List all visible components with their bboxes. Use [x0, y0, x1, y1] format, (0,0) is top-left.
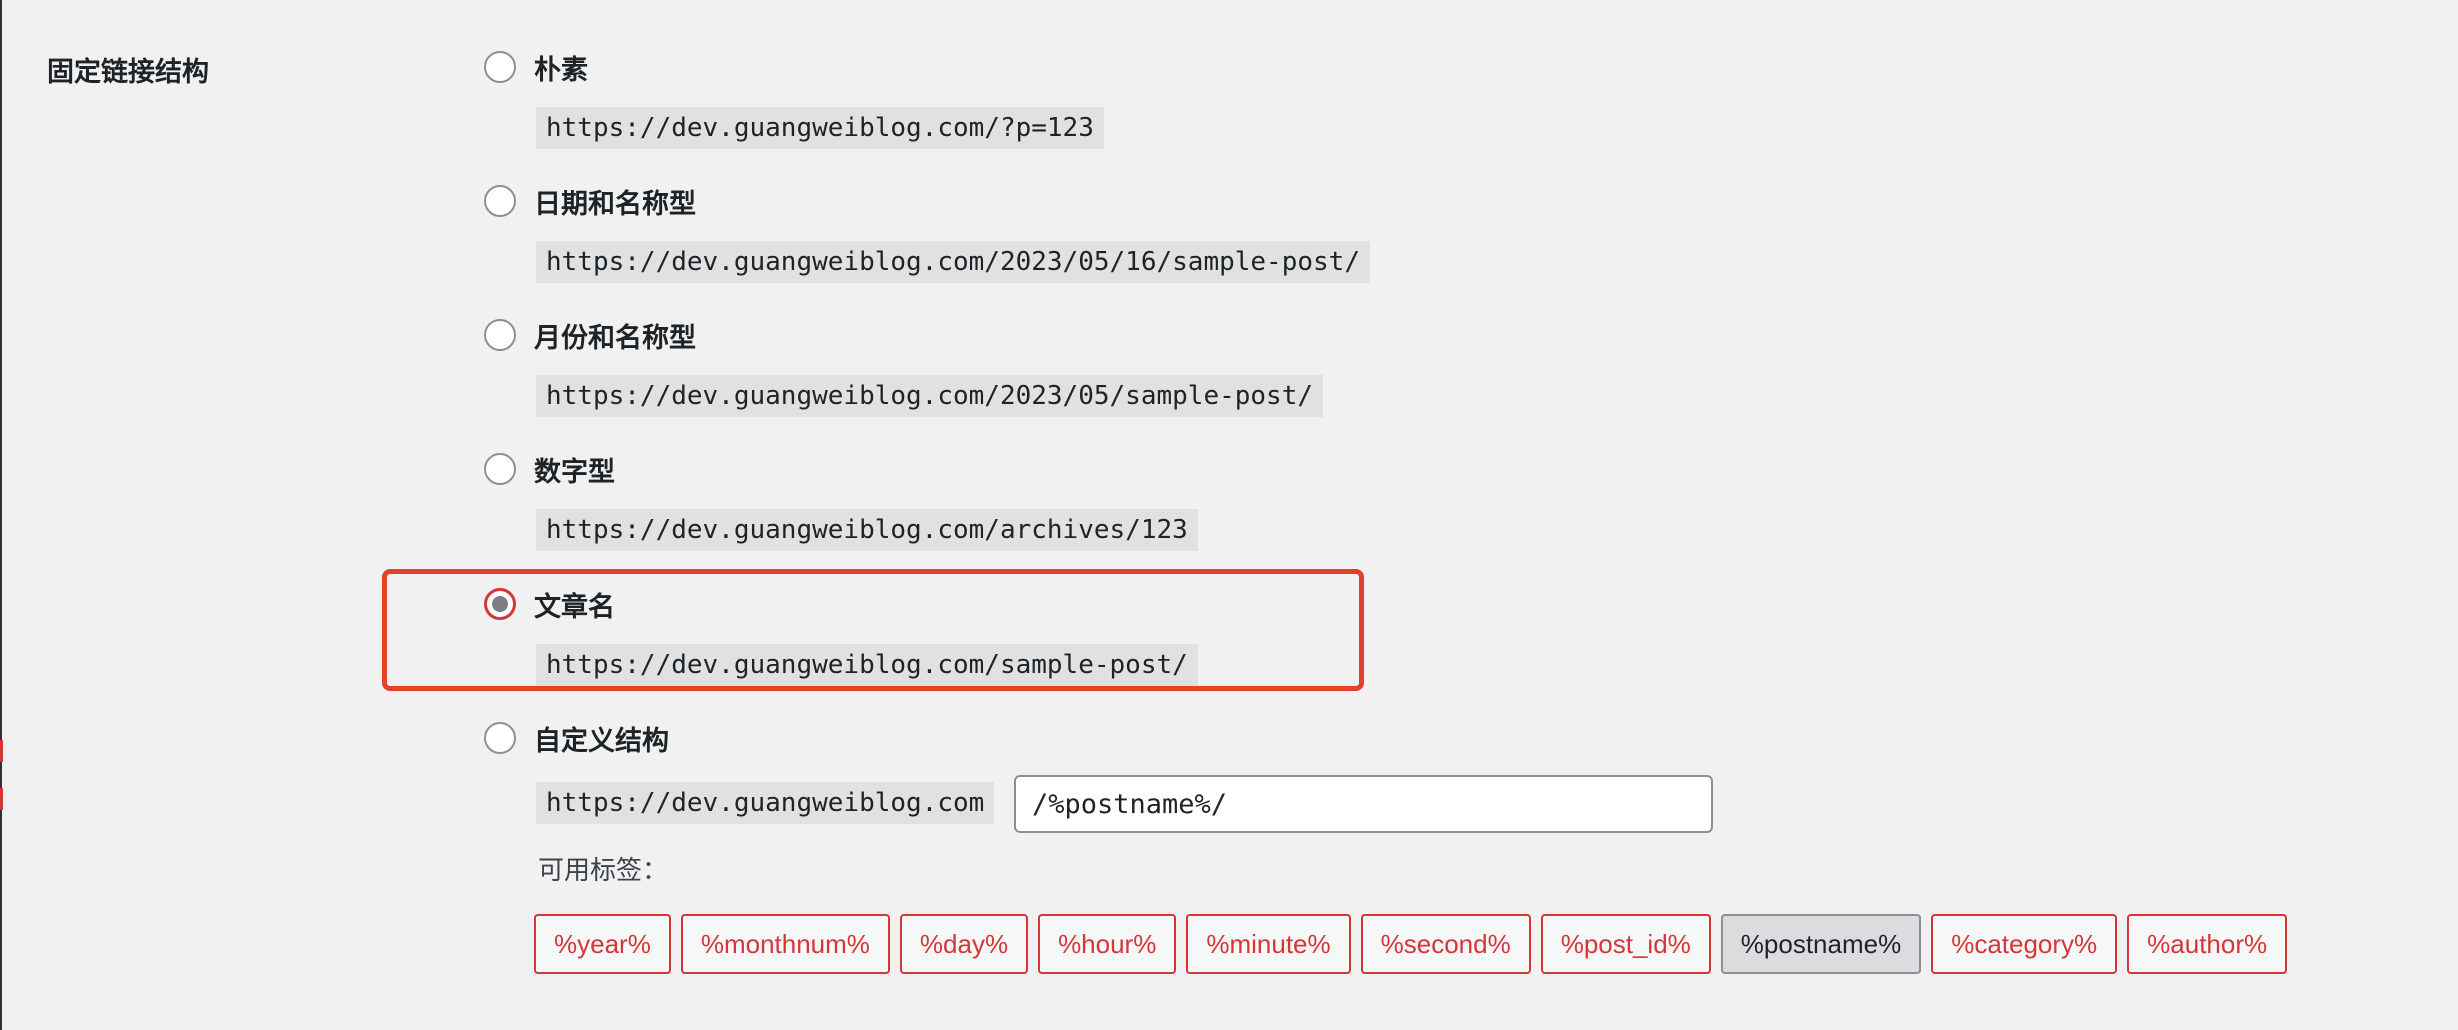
tag-hour[interactable]: %hour% — [1038, 914, 1177, 974]
tag-minute[interactable]: %minute% — [1186, 914, 1351, 974]
admin-sidebar-edge — [0, 0, 2, 1030]
option-day-name: 日期和名称型 https://dev.guangweiblog.com/2023… — [484, 181, 1370, 283]
section-title: 固定链接结构 — [47, 57, 209, 88]
radio-numeric[interactable] — [484, 453, 516, 485]
highlight-box — [382, 569, 1364, 691]
option-label: 朴素 — [534, 54, 588, 86]
tag-year[interactable]: %year% — [534, 914, 671, 974]
radio-day-name[interactable] — [484, 185, 516, 217]
option-label: 月份和名称型 — [534, 322, 696, 354]
tag-monthnum[interactable]: %monthnum% — [680, 914, 890, 974]
tag-author[interactable]: %author% — [2127, 914, 2288, 974]
tag-list: %year% %monthnum% %day% %hour% %minute% … — [534, 914, 2288, 974]
tag-post-id[interactable]: %post_id% — [1540, 914, 1711, 974]
radio-custom[interactable] — [484, 722, 516, 754]
edge-marker — [0, 788, 3, 810]
radio-month-name[interactable] — [484, 319, 516, 351]
option-month-name: 月份和名称型 https://dev.guangweiblog.com/2023… — [484, 315, 1324, 417]
option-custom: 自定义结构 — [484, 718, 669, 758]
custom-structure-input[interactable] — [1014, 775, 1713, 833]
custom-base-url: https://dev.guangweiblog.com — [536, 782, 995, 824]
example-url: https://dev.guangweiblog.com/2023/05/sam… — [536, 375, 1324, 417]
tag-category[interactable]: %category% — [1931, 914, 2118, 974]
option-label: 自定义结构 — [534, 725, 669, 757]
tag-second[interactable]: %second% — [1360, 914, 1531, 974]
example-url: https://dev.guangweiblog.com/archives/12… — [536, 509, 1198, 551]
edge-marker — [0, 740, 3, 762]
tag-postname[interactable]: %postname% — [1720, 914, 1922, 974]
option-numeric: 数字型 https://dev.guangweiblog.com/archive… — [484, 449, 1198, 551]
example-url: https://dev.guangweiblog.com/?p=123 — [536, 107, 1104, 149]
example-url: https://dev.guangweiblog.com/2023/05/16/… — [536, 241, 1370, 283]
option-label: 数字型 — [534, 456, 615, 488]
option-plain: 朴素 https://dev.guangweiblog.com/?p=123 — [484, 47, 1104, 149]
tag-day[interactable]: %day% — [899, 914, 1029, 974]
radio-plain[interactable] — [484, 51, 516, 83]
available-tags-label: 可用标签： — [538, 856, 669, 886]
option-label: 日期和名称型 — [534, 188, 696, 220]
